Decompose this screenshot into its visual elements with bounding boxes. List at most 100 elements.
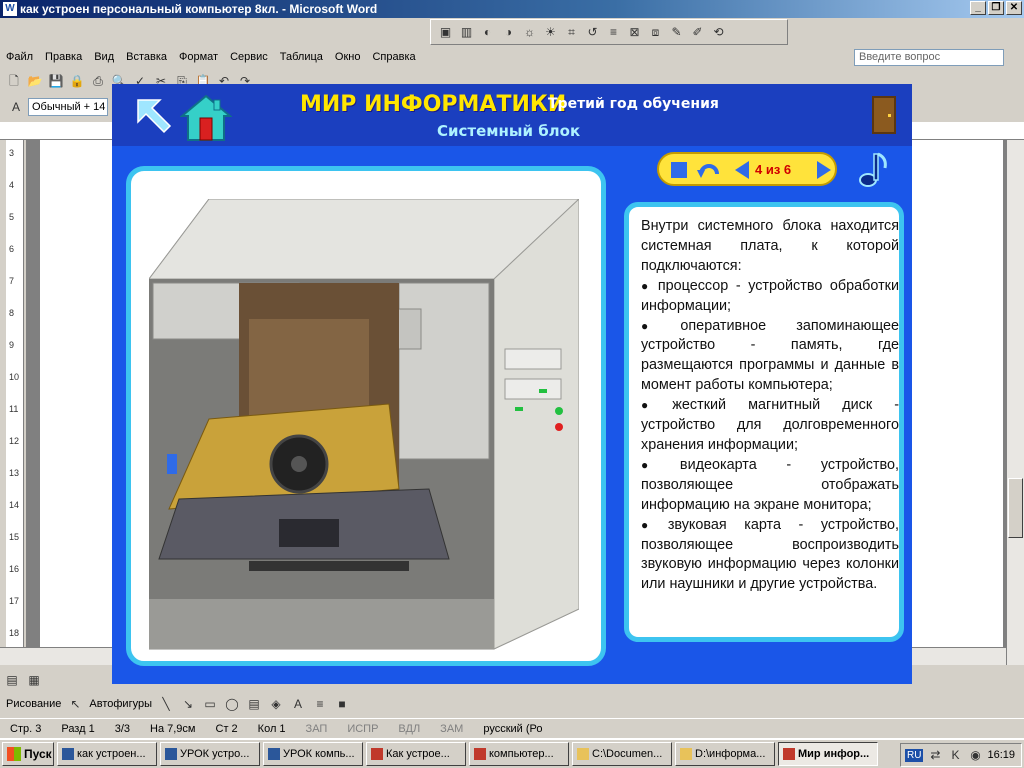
rectangle-icon[interactable]: ▭: [202, 696, 218, 712]
new-document-icon[interactable]: 🗋: [6, 73, 22, 89]
reset-picture-icon[interactable]: ⟲: [710, 24, 727, 41]
network-icon[interactable]: ⇄: [927, 747, 943, 763]
menu-help[interactable]: Справка: [366, 51, 421, 63]
taskbar-item[interactable]: как устроен...: [57, 742, 157, 766]
open-icon[interactable]: 📂: [27, 73, 43, 89]
style-select[interactable]: Обычный + 14: [28, 98, 108, 116]
slide-title: МИР ИНФОРМАТИКИ: [300, 92, 567, 117]
back-arrow-icon[interactable]: [134, 96, 174, 136]
start-button[interactable]: Пуск: [2, 742, 54, 766]
word-doc-icon: [165, 748, 177, 760]
color-icon[interactable]: ▥: [458, 24, 475, 41]
save-icon[interactable]: 💾: [48, 73, 64, 89]
stop-icon[interactable]: [671, 162, 687, 178]
vertical-scrollbar[interactable]: [1006, 140, 1024, 665]
exit-door-icon[interactable]: [872, 96, 896, 134]
text-wrapping-icon[interactable]: ⧈: [647, 24, 664, 41]
menu-file[interactable]: Файл: [0, 51, 39, 63]
ruler-mark: 14: [9, 500, 20, 510]
bullet-ram: оперативное запоминающее устройство - па…: [641, 317, 899, 397]
compress-icon[interactable]: ⊠: [626, 24, 643, 41]
ruler-mark: 8: [9, 308, 15, 318]
previous-slide-icon[interactable]: [735, 161, 749, 179]
status-rec[interactable]: ЗАП: [296, 723, 338, 735]
arrow-icon[interactable]: ↘: [180, 696, 196, 712]
crop-icon[interactable]: ⌗: [563, 24, 580, 41]
music-note-icon[interactable]: [857, 150, 891, 188]
shadow-icon[interactable]: ■: [334, 696, 350, 712]
home-icon[interactable]: [180, 94, 232, 142]
status-language: русский (Ро: [483, 722, 543, 735]
print-icon[interactable]: ⎙: [90, 73, 106, 89]
more-contrast-icon[interactable]: ◐: [479, 24, 496, 41]
ruler-mark: 10: [9, 372, 20, 382]
status-trk[interactable]: ИСПР: [337, 723, 388, 735]
styles-icon[interactable]: A: [8, 99, 24, 115]
drawing-menu[interactable]: Рисование: [6, 698, 61, 710]
menu-tools[interactable]: Сервис: [224, 51, 274, 63]
ruler-mark: 12: [9, 436, 20, 446]
menu-window[interactable]: Окно: [329, 51, 367, 63]
line-style-icon[interactable]: ≡: [312, 696, 328, 712]
line-icon[interactable]: ╲: [158, 696, 174, 712]
antivirus-icon[interactable]: K: [947, 747, 963, 763]
taskbar-item-active[interactable]: Мир инфор...: [778, 742, 878, 766]
menu-insert[interactable]: Вставка: [120, 51, 173, 63]
scroll-thumb[interactable]: [1008, 478, 1023, 538]
vertical-ruler: 3 4 5 6 7 8 9 10 11 12 13 14 15 16 17 18: [6, 140, 24, 665]
speaker-icon[interactable]: ◉: [967, 747, 983, 763]
ask-question-input[interactable]: Введите вопрос: [854, 49, 1004, 66]
taskbar: Пуск как устроен... УРОК устро... УРОК к…: [0, 738, 1024, 768]
bullet-text: оперативное запоминающее устройство - па…: [641, 317, 899, 394]
menu-edit[interactable]: Правка: [39, 51, 88, 63]
less-brightness-icon[interactable]: ☀: [542, 24, 559, 41]
taskbar-item[interactable]: УРОК устро...: [160, 742, 260, 766]
ruler-mark: 3: [9, 148, 15, 158]
oval-icon[interactable]: ◯: [224, 696, 240, 712]
ruler-mark: 17: [9, 596, 20, 606]
format-picture-icon[interactable]: ✎: [668, 24, 685, 41]
taskbar-item[interactable]: УРОК компь...: [263, 742, 363, 766]
autoshapes-menu[interactable]: Автофигуры: [89, 698, 152, 710]
textbox-icon[interactable]: ▤: [246, 696, 262, 712]
taskbar-item[interactable]: D:\информа...: [675, 742, 775, 766]
taskbar-item[interactable]: C:\Documen...: [572, 742, 672, 766]
language-indicator[interactable]: RU: [905, 748, 924, 762]
fill-color-icon[interactable]: ◈: [268, 696, 284, 712]
permission-icon[interactable]: 🔒: [69, 73, 85, 89]
close-button[interactable]: ✕: [1006, 1, 1022, 15]
ruler-mark: 6: [9, 244, 15, 254]
menu-view[interactable]: Вид: [88, 51, 120, 63]
taskbar-item[interactable]: компьютер...: [469, 742, 569, 766]
ruler-mark: 11: [9, 404, 19, 414]
font-color-icon[interactable]: A: [290, 696, 306, 712]
set-transparent-icon[interactable]: ✐: [689, 24, 706, 41]
menu-format[interactable]: Формат: [173, 51, 224, 63]
status-ext[interactable]: ВДЛ: [388, 723, 430, 735]
less-contrast-icon[interactable]: ◑: [500, 24, 517, 41]
taskbar-item-label: УРОК устро...: [180, 748, 250, 760]
normal-view-icon[interactable]: ▤: [4, 672, 20, 688]
restore-button[interactable]: ❐: [988, 1, 1004, 15]
next-slide-icon[interactable]: [817, 161, 831, 179]
slide-navigation: 4 из 6: [657, 152, 837, 186]
slide-header: МИР ИНФОРМАТИКИ Третий год обучения Сист…: [112, 84, 912, 146]
menu-table[interactable]: Таблица: [274, 51, 329, 63]
select-objects-icon[interactable]: ↖: [67, 696, 83, 712]
rotate-icon[interactable]: ↺: [584, 24, 601, 41]
status-column: Кол 1: [257, 722, 286, 735]
return-icon[interactable]: [697, 158, 721, 182]
word-doc-icon: [268, 748, 280, 760]
windows-logo-icon: [7, 747, 21, 761]
minimize-button[interactable]: _: [970, 1, 986, 15]
taskbar-item[interactable]: Как устрое...: [366, 742, 466, 766]
line-style-icon[interactable]: ≡: [605, 24, 622, 41]
ruler-mark: 9: [9, 340, 15, 350]
more-brightness-icon[interactable]: ☼: [521, 24, 538, 41]
insert-picture-icon[interactable]: ▣: [437, 24, 454, 41]
ruler-mark: 15: [9, 532, 20, 542]
status-ovr[interactable]: ЗАМ: [430, 723, 473, 735]
ruler-mark: 18: [9, 628, 20, 638]
web-view-icon[interactable]: ▦: [26, 672, 42, 688]
bullet-soundcard: звуковая карта - устройство, позволяющее…: [641, 516, 899, 596]
